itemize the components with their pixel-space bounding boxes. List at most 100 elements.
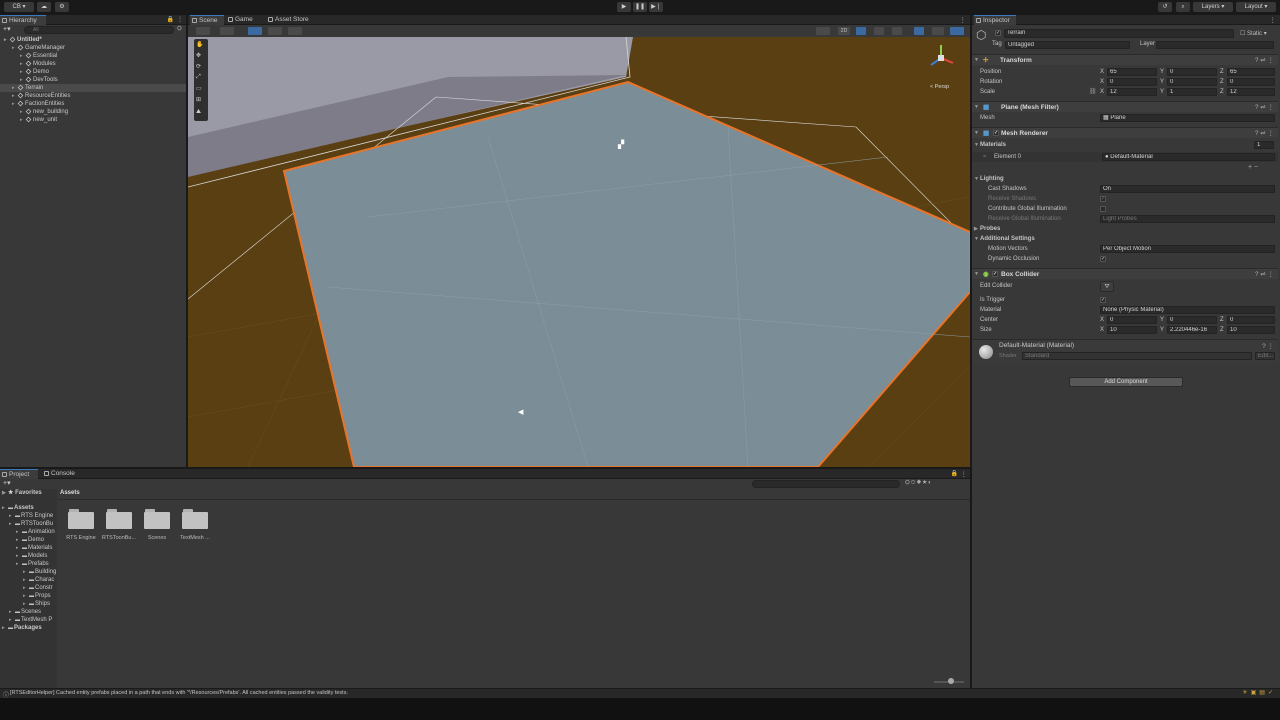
expand-arrow-icon[interactable]: ▸ [4,36,10,44]
more-icon[interactable]: ⋮ [960,16,967,24]
project-tree-item[interactable]: ▸ ▬Animation [0,528,55,536]
status-icons[interactable]: ☀▣▤✓ [1242,689,1276,696]
layer-dropdown[interactable] [1156,41,1274,49]
hierarchy-item[interactable]: ▸ Demo [0,68,186,76]
project-tree-item[interactable]: ▸ ▬Prefabs [0,560,49,568]
hierarchy-item[interactable]: ▸ Essential [0,52,186,60]
edit-collider-button[interactable]: ⛛ [1100,281,1114,292]
project-tree-item[interactable]: ▸ ▬Demo [0,536,44,544]
expand-arrow-icon[interactable]: ▸ [20,68,26,76]
project-tree-item[interactable]: ▸ ▬RTSToonBu [0,520,53,528]
rotation-z-field[interactable]: 0 [1227,78,1275,86]
project-search-input[interactable] [752,480,900,488]
add-object-button[interactable]: +▾ [3,26,15,34]
link-icon[interactable]: ⛓ [1089,87,1097,97]
motion-vectors-dropdown[interactable]: Per Object Motion [1100,245,1275,253]
grid-snap-icon[interactable] [288,27,302,35]
component-menu-icons[interactable]: ? ⇌ ⋮ [1255,102,1274,113]
rotation-x-field[interactable]: 0 [1107,78,1157,86]
component-menu-icons[interactable]: ? ⇌ ⋮ [1255,55,1274,66]
component-menu-icons[interactable]: ? ⇌ ⋮ [1255,269,1274,280]
folder-icon[interactable] [106,509,132,529]
tag-dropdown[interactable]: Untagged [1005,41,1130,49]
scale-x-field[interactable]: 12 [1107,88,1157,96]
step-button[interactable]: ▶❘ [649,2,663,12]
project-tree-item[interactable]: ▸ ▬Charac [0,576,54,584]
project-tree-item[interactable]: ▸ ▬Packages [0,624,42,632]
snap-icon[interactable] [268,27,282,35]
size-x-field[interactable]: 10 [1107,326,1157,334]
rotation-y-field[interactable]: 0 [1167,78,1217,86]
hierarchy-item[interactable]: ▸ GameManager [0,44,186,52]
gizmo-pivot-icon[interactable] [220,27,234,35]
project-tree-item[interactable]: ▸ ▬Scenes [0,608,41,616]
transform-header[interactable]: ▼ ✢ Transform ? ⇌ ⋮ [972,54,1278,65]
favorites-item[interactable]: ▶ ★ Favorites [2,489,42,497]
hierarchy-search-input[interactable] [24,26,174,34]
mesh-filter-header[interactable]: ▼ ▦ Plane (Mesh Filter) ? ⇌ ⋮ [972,101,1278,112]
hierarchy-item[interactable]: ▸ ResourceEntities [0,92,186,100]
material-menu-icons[interactable]: ? ⋮ [1262,342,1274,350]
zoom-slider-handle[interactable] [948,678,954,684]
status-message[interactable]: [RTSEditorHelper] Cached entity prefabs … [10,690,348,696]
audio-icon[interactable] [874,27,884,35]
scale-z-field[interactable]: 12 [1227,88,1275,96]
rotate-tool-icon[interactable]: ⟳ [196,63,206,72]
project-tree-item[interactable]: ▸ ▬Models [0,552,47,560]
object-name-field[interactable]: Terrain [1004,29,1234,38]
add-remove-element-icons[interactable]: + − [1248,164,1258,171]
lighting-icon[interactable] [856,27,866,35]
box-collider-enabled-checkbox[interactable]: ✓ [992,271,998,277]
more-icon[interactable]: ⋮ [1270,16,1277,24]
hierarchy-item[interactable]: ▸ Modules [0,60,186,68]
mesh-renderer-header[interactable]: ▼ ▦ ✓ Mesh Renderer ? ⇌ ⋮ [972,127,1278,138]
center-y-field[interactable]: 0 [1167,316,1217,324]
shader-edit-button[interactable]: Edit... [1255,352,1275,360]
expand-arrow-icon[interactable]: ▸ [12,100,18,108]
probes-row[interactable]: ▶ Probes [972,224,1278,234]
materials-count-field[interactable]: 1 [1254,141,1274,149]
box-collider-header[interactable]: ▼ ◉ ✓ Box Collider ? ⇌ ⋮ [972,268,1278,279]
play-button[interactable]: ▶ [617,2,631,12]
expand-arrow-icon[interactable]: ▸ [20,52,26,60]
expand-arrow-icon[interactable]: ▸ [12,84,18,92]
receive-gi-dropdown[interactable]: Light Probes [1100,215,1275,223]
project-tree-item[interactable]: ▸ ▬Ships [0,600,50,608]
folder-label[interactable]: Scenes [137,535,177,541]
move-tool-icon[interactable]: ✥ [196,52,206,61]
folder-icon[interactable] [182,509,208,529]
search-icon[interactable]: ⌕ [1176,2,1190,12]
history-icon[interactable]: ↺ [1158,2,1172,12]
lock-icon[interactable]: 🔒 [167,16,174,23]
tab-inspector[interactable]: Inspector [974,15,1016,25]
project-filter-icons[interactable]: ⛭⊙◆★◐ [905,480,967,487]
collider-material-field[interactable]: None (Physic Material) [1100,306,1275,314]
position-y-field[interactable]: 0 [1167,68,1217,76]
contribute-gi-checkbox[interactable] [1100,206,1106,212]
expand-arrow-icon[interactable]: ▸ [12,44,18,52]
expand-arrow-icon[interactable]: ▸ [20,60,26,68]
expand-arrow-icon[interactable]: ▸ [20,76,26,84]
cloud-icon[interactable]: ☁ [37,2,51,12]
is-trigger-checkbox[interactable]: ✓ [1100,297,1106,303]
folder-label[interactable]: RTS Engine [61,535,101,541]
scale-y-field[interactable]: 1 [1167,88,1217,96]
tab-project[interactable]: Project [0,469,38,479]
size-z-field[interactable]: 10 [1227,326,1275,334]
shading-icon[interactable] [816,27,830,35]
project-tree-item[interactable]: ▸ ▬RTS Engine [0,512,53,520]
scale-tool-icon[interactable]: ⤢ [196,74,206,83]
project-tree-item[interactable]: ▸ ▬Building [0,568,56,576]
folder-label[interactable]: RTSToonBu... [99,535,139,541]
receive-shadows-checkbox[interactable]: ✓ [1100,196,1106,202]
draw-mode-icon[interactable] [196,27,210,35]
collab-icon[interactable]: ⚙ [55,2,69,12]
more-icon[interactable]: ⋮ [961,470,968,478]
cast-shadows-dropdown[interactable]: On [1100,185,1275,193]
visibility-icon[interactable] [914,27,924,35]
tab-game[interactable]: Game [226,15,260,25]
shader-dropdown[interactable]: Standard [1022,352,1252,360]
position-z-field[interactable]: 65 [1227,68,1275,76]
project-tree-item[interactable]: ▸ ▬Assets [0,504,34,512]
hand-tool-icon[interactable]: ✋ [196,41,206,50]
